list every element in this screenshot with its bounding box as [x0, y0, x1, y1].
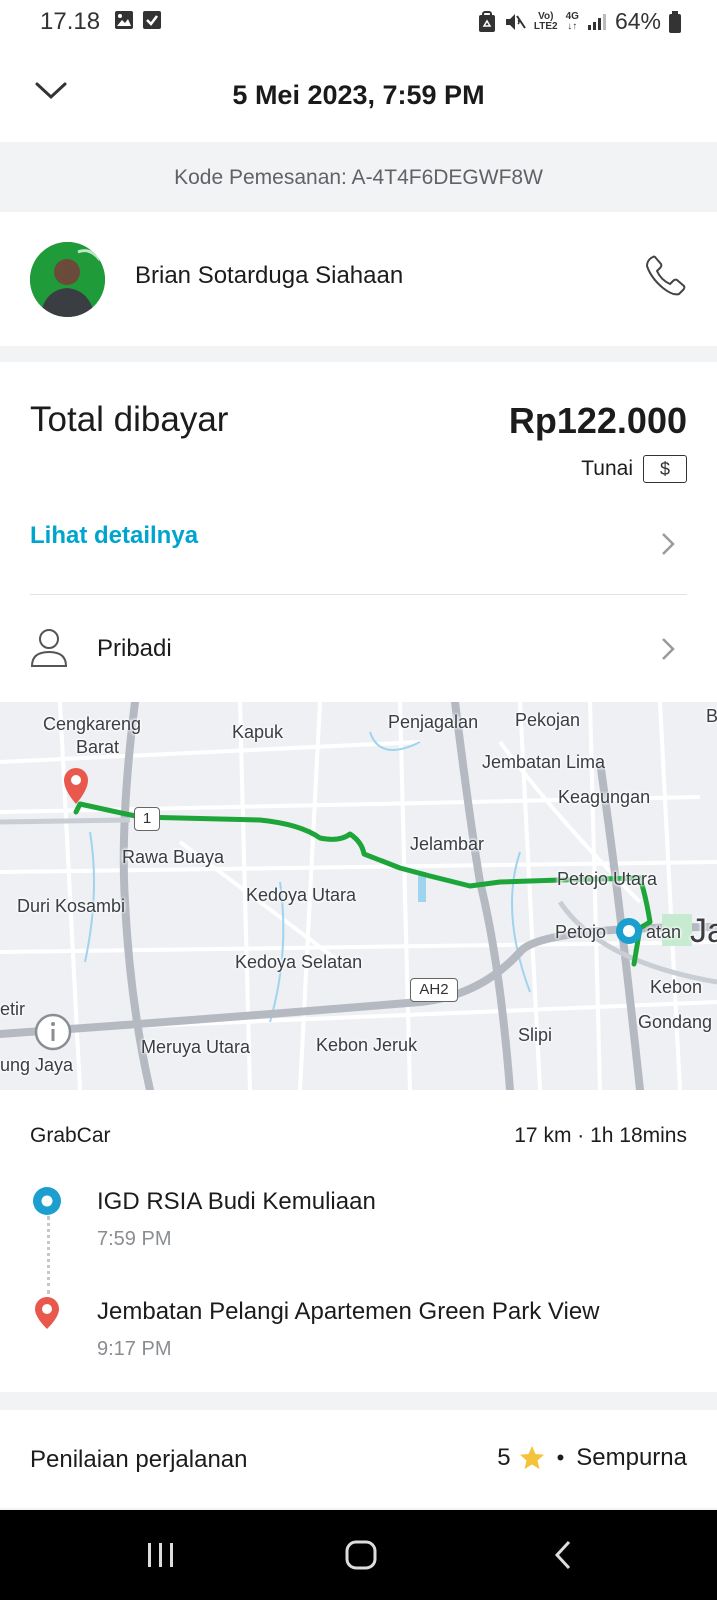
see-details-link[interactable]: Lihat detailnya [30, 522, 198, 550]
map-label: Petojo [555, 922, 607, 942]
profile-type[interactable]: Pribadi [97, 635, 172, 663]
total-amount: Rp122.000 [508, 400, 687, 441]
route-map[interactable]: 1 AH2 Cengkareng Barat Kapuk Penjagalan … [0, 702, 717, 1090]
call-driver-button[interactable] [643, 252, 689, 303]
map-label: Kebon [650, 977, 703, 997]
map-label: Duri Kosambi [17, 896, 126, 916]
info-icon[interactable] [33, 1012, 73, 1052]
map-label: B [706, 706, 717, 726]
cash-icon: $ [643, 455, 687, 483]
map-label: Slipi [518, 1025, 553, 1045]
chevron-right-icon[interactable] [661, 532, 675, 556]
signal-icon [587, 13, 606, 30]
route-connector [47, 1216, 50, 1294]
rating-score: 5 [497, 1444, 511, 1471]
map-label: Kebon Jeruk [316, 1035, 418, 1055]
driver-card: Brian Sotarduga Siahaan [0, 212, 717, 346]
map-label: etir [0, 999, 26, 1019]
recent-apps-icon[interactable] [146, 1540, 176, 1570]
map-label: Barat [76, 737, 120, 757]
status-right: Vo) LTE2 4G ↓↑ 64% [478, 8, 681, 35]
map-label: Gondang [638, 1012, 713, 1032]
rating-verdict: Sempurna [576, 1444, 687, 1471]
map-label: Rawa Buaya [122, 847, 225, 867]
rating-label: Penilaian perjalanan [30, 1446, 248, 1473]
status-bar: 17.18 Vo) LTE2 4G ↓↑ 64% [0, 0, 717, 44]
battery-icon [669, 10, 681, 33]
map-label: Jembatan Lima [482, 752, 606, 772]
map-label: Kedoya Selatan [235, 952, 363, 972]
dropoff-name: Jembatan Pelangi Apartemen Green Park Vi… [97, 1298, 600, 1325]
system-nav-bar [0, 1510, 717, 1600]
map-label: Petojo Utara [557, 869, 658, 889]
trip-details: GrabCar 17 km · 1h 18mins IGD RSIA Budi … [0, 1090, 717, 1392]
rating-separator: • [556, 1445, 565, 1470]
back-icon[interactable] [553, 1540, 573, 1570]
map-label: Ja [690, 912, 717, 950]
checkbox-icon [143, 11, 161, 29]
home-icon[interactable] [345, 1540, 377, 1570]
destination-pin-icon [64, 768, 88, 804]
payment-section: Total dibayar Rp122.000 Tunai $ Lihat de… [0, 362, 717, 702]
dropoff-pin-icon [35, 1297, 59, 1329]
person-photo-icon [30, 242, 105, 317]
map-label: Jelambar [410, 834, 485, 854]
star-icon [519, 1446, 544, 1469]
map-label: Penjagalan [388, 712, 479, 732]
map-label: Kedoya Utara [246, 885, 357, 905]
map-label: Meruya Utara [141, 1037, 251, 1057]
payment-method-label: Tunai [581, 457, 633, 480]
map-label: Kapuk [232, 722, 284, 742]
status-time: 17.18 [40, 8, 101, 35]
map-label: Cengkareng [43, 714, 142, 734]
origin-pin-icon [616, 918, 642, 944]
volte-indicator: Vo) LTE2 [533, 10, 558, 32]
rating-value: 5 • Sempurna [497, 1444, 687, 1472]
recycle-lock-icon [478, 10, 495, 32]
driver-name: Brian Sotarduga Siahaan [135, 262, 404, 289]
map-label: Pekojan [515, 710, 581, 730]
notification-icons [114, 10, 162, 30]
road-shield-ah2: AH2 [410, 978, 458, 1002]
trip-rating: Penilaian perjalanan 5 • Sempurna [0, 1410, 717, 1508]
gallery-icon [115, 11, 133, 29]
pickup-name: IGD RSIA Budi Kemuliaan [97, 1188, 376, 1215]
map-label: ung Jaya [0, 1055, 74, 1075]
phone-icon [646, 255, 686, 296]
booking-code: Kode Pemesanan: A-4T4F6DEGWF8W [0, 146, 717, 210]
service-type: GrabCar [30, 1124, 111, 1147]
trip-summary: 17 km · 1h 18mins [514, 1124, 687, 1147]
dropoff-time: 9:17 PM [97, 1338, 172, 1360]
mute-icon [505, 13, 526, 30]
page-title: 5 Mei 2023, 7:59 PM [232, 80, 485, 110]
payment-method: Tunai $ [581, 455, 687, 483]
driver-avatar [30, 242, 105, 317]
map-label: Keagungan [558, 787, 651, 807]
battery-percent: 64% [614, 8, 661, 34]
divider [30, 594, 687, 595]
chevron-right-icon[interactable] [661, 637, 675, 661]
data-indicator: 4G ↓↑ [565, 10, 579, 32]
pickup-time: 7:59 PM [97, 1228, 172, 1250]
app-header: 5 Mei 2023, 7:59 PM [0, 44, 717, 142]
profile-icon [30, 628, 68, 673]
map-label: atan [646, 922, 682, 942]
total-label: Total dibayar [30, 400, 229, 439]
road-shield-1: 1 [134, 807, 160, 831]
pickup-dot-icon [33, 1187, 61, 1215]
